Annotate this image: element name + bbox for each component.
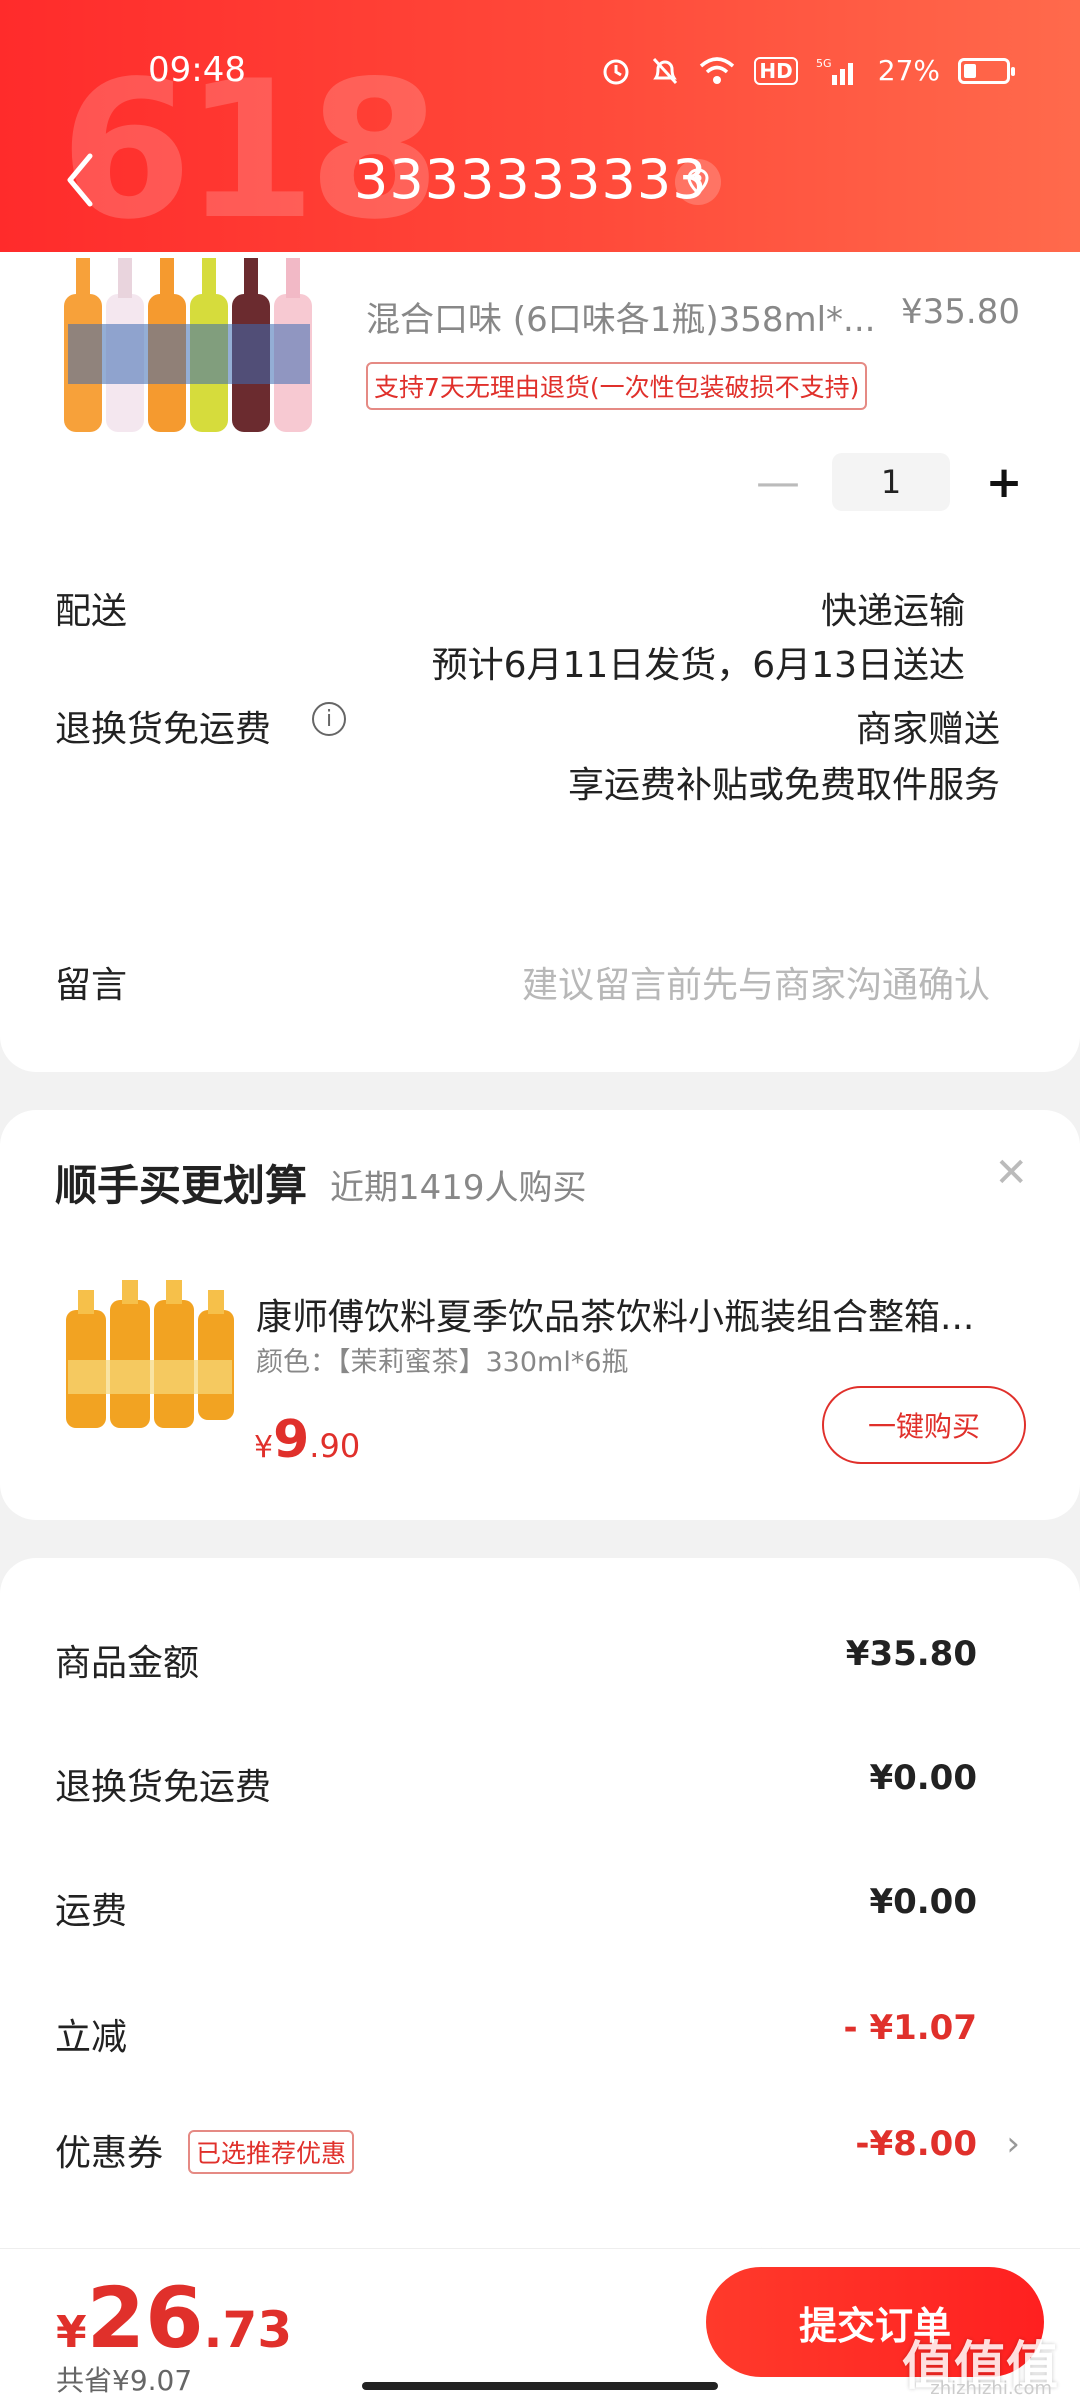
total-currency: ¥ bbox=[56, 2307, 87, 2358]
delivery-method[interactable]: 快递运输 bbox=[821, 582, 965, 634]
recommendation-card: 顺手买更划算 近期1419人购买 ✕ 康师傅饮料夏季饮品茶饮料小瓶装组合整箱..… bbox=[0, 1110, 1080, 1520]
hd-icon: HD bbox=[754, 56, 798, 85]
total-saved: 共省¥9.07 bbox=[56, 2364, 193, 2397]
recommended-product-image[interactable] bbox=[58, 1270, 238, 1430]
summary-value: - ¥1.07 bbox=[843, 2008, 978, 2048]
summary-row-shipping: 运费 ¥0.00 bbox=[0, 1882, 1080, 1942]
battery-icon bbox=[958, 57, 1015, 84]
summary-label: 优惠券 bbox=[55, 2133, 164, 2174]
location-pin-icon[interactable] bbox=[674, 158, 722, 206]
nav-bar: 3333333333 bbox=[0, 140, 1080, 220]
price-currency: ¥ bbox=[254, 1430, 274, 1465]
quantity-value[interactable]: 1 bbox=[832, 453, 950, 511]
decrease-quantity-button[interactable]: — bbox=[748, 452, 808, 512]
product-variant: 混合口味 (6口味各1瓶)358ml*... bbox=[366, 300, 876, 340]
summary-label: 立减 bbox=[55, 2017, 128, 2058]
total-decimal: .73 bbox=[203, 2301, 293, 2359]
info-icon[interactable]: i bbox=[312, 702, 346, 736]
one-click-buy-button[interactable]: 一键购买 bbox=[822, 1386, 1026, 1464]
price-integer: 9 bbox=[273, 1410, 310, 1470]
mute-bell-icon bbox=[653, 57, 678, 84]
wifi-icon bbox=[700, 56, 735, 84]
return-shipping-value: 商家赠送 bbox=[855, 709, 1000, 750]
recommended-product-name[interactable]: 康师傅饮料夏季饮品茶饮料小瓶装组合整箱... bbox=[256, 1288, 1024, 1340]
summary-value: ¥35.80 bbox=[845, 1634, 977, 1674]
return-policy-badge: 支持7天无理由退货(一次性包装破损不支持) bbox=[366, 362, 868, 410]
header-bar: 618 09:48 HD 5G 27% 3333333333 bbox=[0, 0, 1080, 252]
product-price: ¥35.80 bbox=[901, 292, 1020, 332]
signal-icon: 5G bbox=[816, 57, 853, 85]
product-image[interactable] bbox=[62, 254, 327, 434]
summary-label: 商品金额 bbox=[55, 1643, 200, 1684]
status-time: 09:48 bbox=[148, 50, 246, 90]
summary-label: 退换货免运费 bbox=[55, 1767, 272, 1808]
summary-row-return-shipping: 退换货免运费 ¥0.00 bbox=[0, 1758, 1080, 1818]
home-indicator[interactable] bbox=[362, 2382, 718, 2390]
total-integer: 26 bbox=[86, 2269, 204, 2367]
status-bar: 09:48 HD 5G 27% bbox=[0, 50, 1080, 98]
page-title: 3333333333 bbox=[354, 148, 708, 211]
summary-row-goods: 商品金额 ¥35.80 bbox=[0, 1634, 1080, 1694]
summary-row-coupon[interactable]: 优惠券 已选推荐优惠 -¥8.00 › bbox=[0, 2124, 1080, 2184]
close-icon[interactable]: ✕ bbox=[994, 1150, 1028, 1196]
message-input[interactable]: 建议留言前先与商家沟通确认 bbox=[430, 956, 990, 1008]
recommended-product-price: ¥9.90 bbox=[254, 1410, 360, 1470]
increase-quantity-button[interactable]: + bbox=[974, 452, 1034, 512]
watermark-url: zhizhizhi.com bbox=[930, 2378, 1052, 2399]
order-item-card: 混合口味 (6口味各1瓶)358ml*... ¥35.80 支持7天无理由退货(… bbox=[0, 200, 1080, 1072]
chevron-right-icon[interactable]: › bbox=[1006, 2124, 1020, 2164]
summary-value: ¥0.00 bbox=[869, 1882, 977, 1922]
recommended-product-variant: 颜色：【茉莉蜜茶】330ml*6瓶 bbox=[256, 1347, 629, 1378]
recommendation-subtitle: 近期1419人购买 bbox=[330, 1168, 587, 1208]
summary-label: 运费 bbox=[55, 1891, 128, 1932]
battery-percent: 27% bbox=[877, 54, 940, 87]
delivery-estimate: 预计6月11日发货，6月13日送达 bbox=[431, 645, 965, 686]
return-shipping-label: 退换货免运费 bbox=[55, 709, 272, 750]
status-icons: HD 5G 27% bbox=[600, 54, 1015, 87]
back-arrow-icon[interactable] bbox=[60, 140, 100, 220]
svg-text:5G: 5G bbox=[816, 57, 832, 70]
alarm-icon bbox=[603, 59, 629, 84]
delivery-label: 配送 bbox=[55, 591, 128, 632]
quantity-stepper: — 1 + bbox=[748, 452, 1034, 512]
recommendation-title: 顺手买更划算 bbox=[55, 1161, 308, 1210]
price-decimal: .90 bbox=[309, 1427, 361, 1465]
total-price: ¥26.73 bbox=[56, 2269, 292, 2367]
summary-row-instant-discount: 立减 - ¥1.07 bbox=[0, 2008, 1080, 2068]
coupon-badge: 已选推荐优惠 bbox=[188, 2130, 355, 2174]
message-label: 留言 bbox=[55, 965, 128, 1006]
summary-value: ¥0.00 bbox=[869, 1758, 977, 1798]
return-shipping-detail: 享运费补贴或免费取件服务 bbox=[567, 765, 1000, 806]
summary-value: -¥8.00 bbox=[855, 2124, 977, 2164]
